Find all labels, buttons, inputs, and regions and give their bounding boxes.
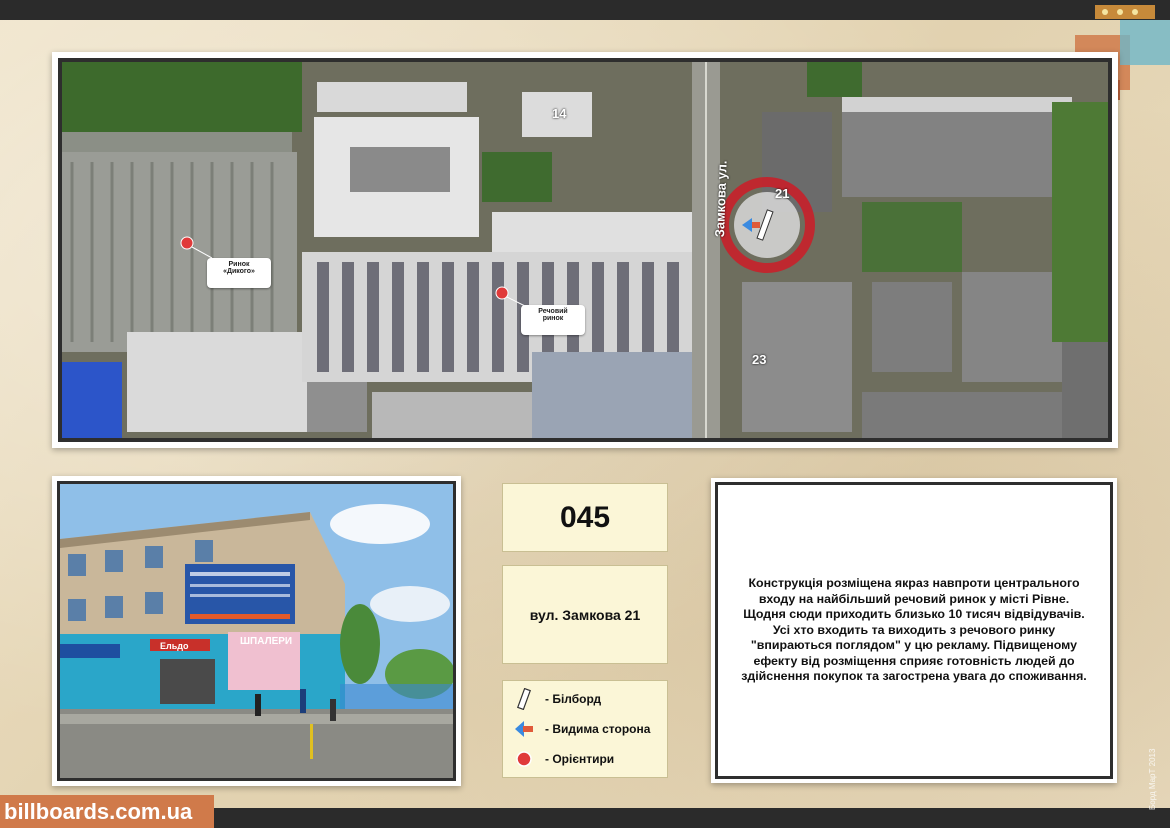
landmark-label-line: Речовий [538,308,568,315]
legend-label: - Орієнтири [545,752,615,766]
top-bar [0,0,1170,20]
legend: - Білборд - Видима сторона - Орієнтири [502,680,668,778]
copyright-text: Борд МарТ 2013 [1148,748,1157,810]
legend-label: - Видима сторона [545,722,651,736]
billboard-sign: ШПАЛЕРИ [240,636,292,647]
house-number: 14 [552,106,567,121]
house-number: 21 [775,186,790,201]
legend-row-visible-side: - Видима сторона [513,719,650,739]
street-label: Замкова ул. [712,160,730,238]
photo-imagery: Ельдо ШПАЛЕРИ [60,484,453,778]
map-frame: Замкова ул. 14 21 23 Ринок «Дикого» Речо… [52,52,1118,448]
billboard-address: вул. Замкова 21 [502,565,668,664]
landmark-label-line: «Дикого» [223,268,255,275]
map-imagery [62,62,1108,438]
landmark-dot-icon [513,748,535,770]
legend-row-landmarks: - Орієнтири [513,749,614,769]
billboard-description: Конструкція розміщена якраз навпроти цен… [715,482,1113,779]
landmark-label-line: Ринок [228,261,250,268]
shop-sign: Ельдо [160,641,189,651]
house-number: 23 [752,352,767,367]
location-photo[interactable]: Ельдо ШПАЛЕРИ [57,481,456,781]
description-frame: Конструкція розміщена якраз навпроти цен… [711,478,1117,783]
arrow-icon [513,718,535,740]
satellite-map[interactable]: Замкова ул. 14 21 23 Ринок «Дикого» Речо… [58,58,1112,442]
legend-label: - Білборд [545,692,602,706]
landmark-label: Речовий ринок [521,305,585,335]
site-logo[interactable]: billboards.com.ua [0,795,214,828]
landmark-label-line: ринок [542,315,564,322]
billboard-icon [513,688,535,710]
photo-frame: Ельдо ШПАЛЕРИ [52,476,461,786]
billboard-marker[interactable] [719,177,815,273]
billboard-code: 045 [502,483,668,552]
legend-row-billboard: - Білборд [513,688,602,710]
landmark-label: Ринок «Дикого» [207,258,271,288]
